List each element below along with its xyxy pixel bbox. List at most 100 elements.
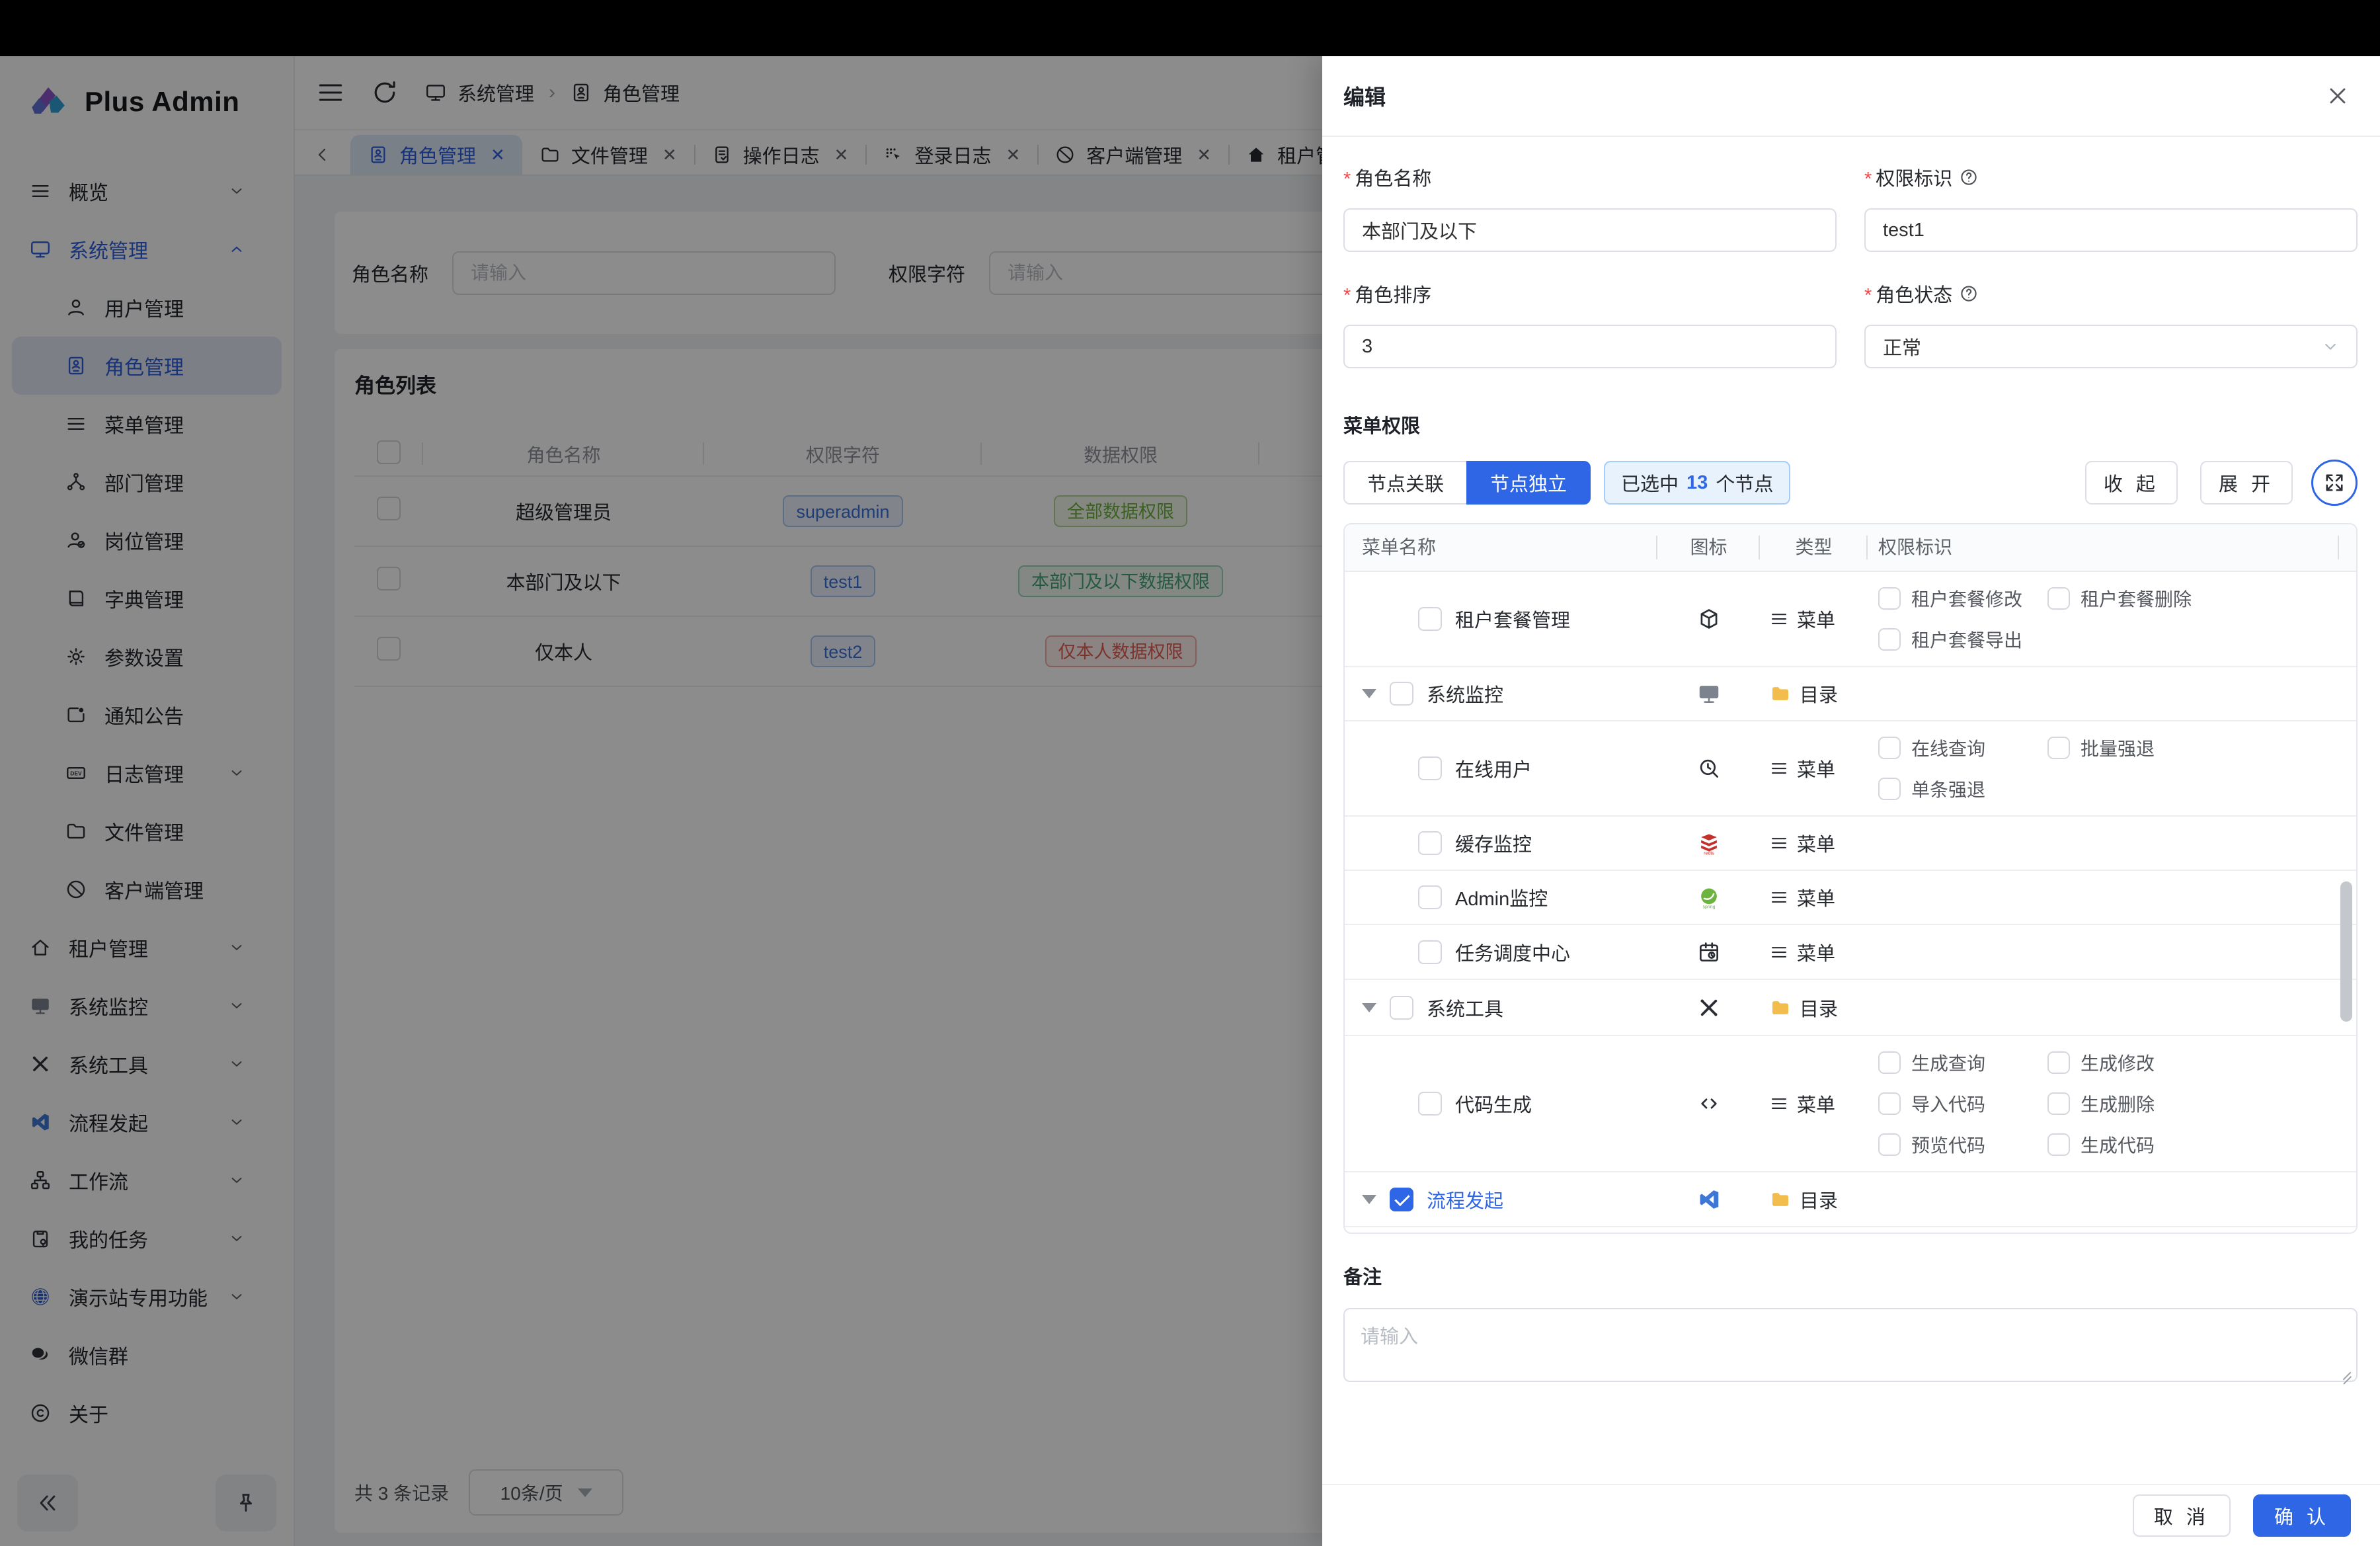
tree-node-perms: 在线查询批量强退单条强退 xyxy=(1868,721,2358,815)
tree-node-checkbox[interactable] xyxy=(1418,1092,1442,1116)
perm-checkbox[interactable] xyxy=(1878,1133,1901,1156)
type-label: 菜单 xyxy=(1797,754,1835,782)
perm-checkbox[interactable] xyxy=(1878,778,1901,800)
perm-key-label: 权限标识 xyxy=(1864,163,1952,191)
bars-icon xyxy=(1769,758,1789,778)
tree-node-checkbox[interactable] xyxy=(1390,682,1413,706)
tree-expand-arrow-icon[interactable] xyxy=(1362,1003,1376,1012)
tree-node-type-cell: 目录 xyxy=(1760,680,1868,708)
tree-scrollbar-thumb[interactable] xyxy=(2340,881,2352,1022)
tree-node-perms xyxy=(1868,680,2358,707)
question-circle-icon[interactable] xyxy=(1959,284,1979,304)
svg-text:redis: redis xyxy=(1704,850,1714,856)
tree-node-label[interactable]: 系统工具 xyxy=(1427,994,1503,1022)
menu-perm-controls: 节点关联 节点独立 已选中 13 个节点 收 起 展 开 xyxy=(1343,460,2358,506)
tree-node-checkbox[interactable] xyxy=(1418,885,1442,909)
tree-col-perm: 权限标识 xyxy=(1868,534,2356,561)
tree-node-label[interactable]: 流程发起 xyxy=(1427,1186,1503,1213)
perm-label: 生成代码 xyxy=(2081,1131,2155,1158)
tree-node-icon-cell xyxy=(1657,681,1760,706)
tree-node-label[interactable]: 缓存监控 xyxy=(1455,829,1532,857)
confirm-button[interactable]: 确 认 xyxy=(2253,1494,2351,1537)
code-icon xyxy=(1696,1091,1722,1116)
tree-row-请假申请: 请假申请菜单请假申请查询请假申请新增请假申请修改请假申请删除请假申请导出 xyxy=(1345,1227,2358,1234)
perm-key-input[interactable] xyxy=(1882,219,2340,242)
perm-checkbox[interactable] xyxy=(2047,1092,2070,1115)
tree-node-type-cell: 菜单 xyxy=(1760,829,1868,857)
perm-item-预览代码: 预览代码 xyxy=(1878,1131,2047,1158)
tree-node-checkbox[interactable] xyxy=(1418,940,1442,964)
role-name-input-wrap xyxy=(1343,208,1837,252)
tree-node-checkbox[interactable] xyxy=(1390,996,1413,1020)
tree-row-缓存监控: 缓存监控 redis 菜单 xyxy=(1345,817,2358,871)
monitorF-icon xyxy=(1696,681,1722,706)
tree-node-label[interactable]: 在线用户 xyxy=(1455,754,1532,782)
perm-checkbox[interactable] xyxy=(2047,587,2070,610)
perm-label: 租户套餐删除 xyxy=(2081,585,2192,612)
expand-arrows-icon xyxy=(2322,471,2346,495)
tree-node-perms xyxy=(1868,939,2358,965)
perm-item-批量强退: 批量强退 xyxy=(2047,735,2217,761)
tree-node-label[interactable]: Admin监控 xyxy=(1455,883,1548,911)
remark-textarea[interactable] xyxy=(1345,1309,2356,1381)
tree-node-checkbox[interactable] xyxy=(1418,756,1442,780)
tree-expand-arrow-icon[interactable] xyxy=(1362,1195,1376,1204)
tree-node-icon-cell xyxy=(1657,995,1760,1020)
selected-nodes-tag: 已选中 13 个节点 xyxy=(1604,461,1790,505)
fullscreen-button[interactable] xyxy=(2311,460,2358,506)
bars-icon xyxy=(1769,833,1789,853)
role-status-select[interactable] xyxy=(1864,325,2358,368)
perm-label: 单条强退 xyxy=(1911,776,1985,802)
tree-node-icon-cell: redis xyxy=(1657,831,1760,856)
tree-expand-arrow-icon[interactable] xyxy=(1362,689,1376,698)
perm-checkbox[interactable] xyxy=(1878,737,1901,759)
tree-node-checkbox[interactable] xyxy=(1390,1188,1413,1211)
tree-node-type-cell: 菜单 xyxy=(1760,938,1868,966)
drawer-backdrop[interactable] xyxy=(0,56,1322,1546)
bars-icon xyxy=(1769,887,1789,907)
bars-icon xyxy=(1769,942,1789,962)
expand-all-button[interactable]: 展 开 xyxy=(2200,461,2293,505)
tree-row-租户套餐管理: 租户套餐管理菜单租户套餐修改租户套餐删除租户套餐导出 xyxy=(1345,572,2358,667)
tree-row-流程发起: 流程发起 目录 xyxy=(1345,1172,2358,1227)
tree-node-perms: 租户套餐修改租户套餐删除租户套餐导出 xyxy=(1868,572,2358,666)
redis-icon: redis xyxy=(1696,831,1722,856)
tree-node-label[interactable]: 任务调度中心 xyxy=(1455,938,1570,966)
tree-node-icon-cell xyxy=(1657,606,1760,631)
close-icon[interactable] xyxy=(2324,83,2351,109)
cancel-button[interactable]: 取 消 xyxy=(2133,1494,2231,1537)
tree-node-icon-cell: spring xyxy=(1657,885,1760,910)
node-linked-toggle[interactable]: 节点关联 xyxy=(1343,461,1466,505)
bars-icon xyxy=(1769,1094,1789,1114)
tree-node-label[interactable]: 代码生成 xyxy=(1455,1090,1532,1118)
perm-checkbox[interactable] xyxy=(2047,737,2070,759)
type-label: 菜单 xyxy=(1797,829,1835,857)
tree-node-icon-cell xyxy=(1657,1187,1760,1212)
tree-node-icon-cell xyxy=(1657,756,1760,781)
perm-checkbox[interactable] xyxy=(1878,1092,1901,1115)
folderF-icon xyxy=(1769,682,1792,705)
tree-node-icon-cell xyxy=(1657,940,1760,965)
perm-checkbox[interactable] xyxy=(1878,587,1901,610)
perm-checkbox[interactable] xyxy=(2047,1133,2070,1156)
tree-node-label[interactable]: 系统监控 xyxy=(1427,680,1503,708)
role-name-label: 角色名称 xyxy=(1343,163,1431,191)
role-status-value xyxy=(1882,335,2320,358)
tree-node-checkbox[interactable] xyxy=(1418,831,1442,855)
node-independent-toggle[interactable]: 节点独立 xyxy=(1466,461,1591,505)
tree-node-type-cell: 目录 xyxy=(1760,1186,1868,1213)
package-icon xyxy=(1696,606,1722,631)
role-name-input[interactable] xyxy=(1361,219,1819,242)
type-label: 菜单 xyxy=(1797,938,1835,966)
perm-checkbox[interactable] xyxy=(2047,1051,2070,1074)
tree-node-checkbox[interactable] xyxy=(1418,607,1442,631)
perm-label: 生成删除 xyxy=(2081,1090,2155,1117)
tree-row-Admin监控: Admin监控spring菜单 xyxy=(1345,871,2358,925)
perm-checkbox[interactable] xyxy=(1878,1051,1901,1074)
role-sort-input[interactable] xyxy=(1361,335,1819,358)
perm-checkbox[interactable] xyxy=(1878,628,1901,651)
collapse-all-button[interactable]: 收 起 xyxy=(2085,461,2178,505)
role-sort-input-wrap xyxy=(1343,325,1837,368)
question-circle-icon[interactable] xyxy=(1959,167,1979,187)
tree-node-label[interactable]: 租户套餐管理 xyxy=(1455,605,1570,633)
